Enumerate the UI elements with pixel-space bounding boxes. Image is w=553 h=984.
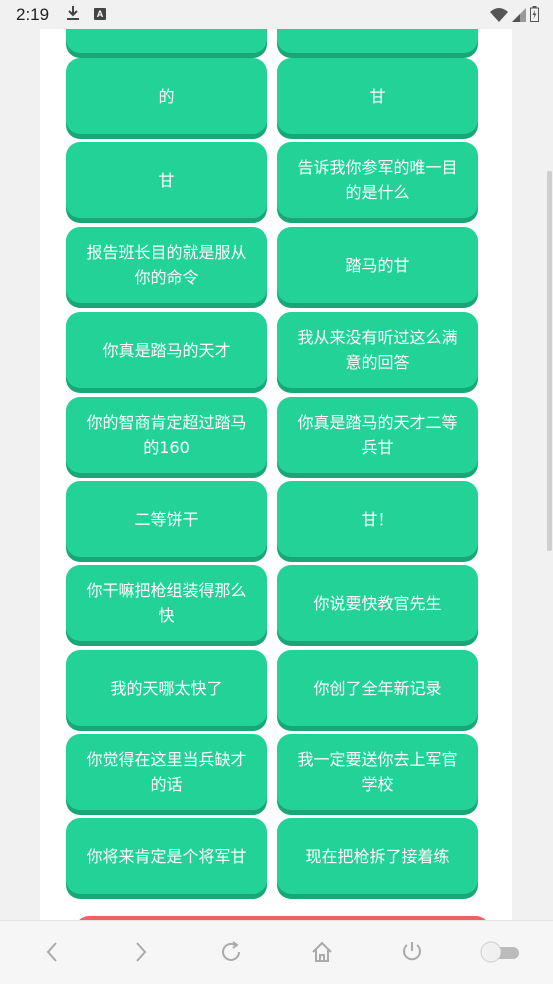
sound-button[interactable]: 二等饼干: [66, 481, 267, 557]
a-badge-icon: A: [94, 8, 106, 20]
power-icon[interactable]: [397, 937, 427, 967]
toggle-icon[interactable]: [478, 937, 522, 967]
sound-button[interactable]: 甘: [66, 142, 267, 218]
download-icon: [66, 5, 80, 25]
sound-button[interactable]: 你将来肯定是个将军甘: [66, 818, 267, 894]
status-bar: 2:19 A: [0, 0, 553, 29]
browser-nav-bar: [0, 920, 553, 984]
sound-button[interactable]: 你真是踏马的天才: [66, 312, 267, 388]
forward-icon[interactable]: [126, 937, 156, 967]
sound-button[interactable]: 你的智商肯定超过踏马的160: [66, 397, 267, 473]
sound-button[interactable]: 的: [66, 58, 267, 134]
home-icon[interactable]: [307, 937, 337, 967]
signal-icon: [512, 7, 526, 26]
sound-button[interactable]: 你觉得在这里当兵缺才的话: [66, 734, 267, 810]
status-icons: [490, 6, 539, 26]
back-icon[interactable]: [37, 937, 67, 967]
sound-button[interactable]: 甘！: [277, 481, 478, 557]
battery-icon: [530, 6, 539, 26]
sound-button[interactable]: 踏马的甘: [277, 227, 478, 303]
sound-button[interactable]: 告诉我你参军的唯一目的是什么: [277, 142, 478, 218]
status-time: 2:19: [16, 5, 50, 24]
sound-button[interactable]: 我一定要送你去上军官学校: [277, 734, 478, 810]
sound-button[interactable]: 你真是踏马的天才二等兵甘: [277, 397, 478, 473]
sound-button[interactable]: 你干嘛把枪组装得那么快: [66, 565, 267, 641]
sound-button[interactable]: 你创了全年新记录: [277, 650, 478, 726]
sound-button[interactable]: 我的天哪太快了: [66, 650, 267, 726]
sound-button[interactable]: [277, 29, 478, 53]
sound-button[interactable]: 甘: [277, 58, 478, 134]
sound-button[interactable]: 现在把枪拆了接着练: [277, 818, 478, 894]
sound-button[interactable]: 我从来没有听过这么满意的回答: [277, 312, 478, 388]
page-content: 的 甘 甘 告诉我你参军的唯一目的是什么 报告班长目的就是服从你的命令 踏马的甘…: [0, 29, 553, 920]
scrollbar[interactable]: [547, 171, 552, 551]
sound-button[interactable]: 你说要快教官先生: [277, 565, 478, 641]
sound-button[interactable]: [66, 29, 267, 53]
wifi-icon: [490, 7, 508, 26]
sound-button[interactable]: 报告班长目的就是服从你的命令: [66, 227, 267, 303]
reload-icon[interactable]: [216, 937, 246, 967]
